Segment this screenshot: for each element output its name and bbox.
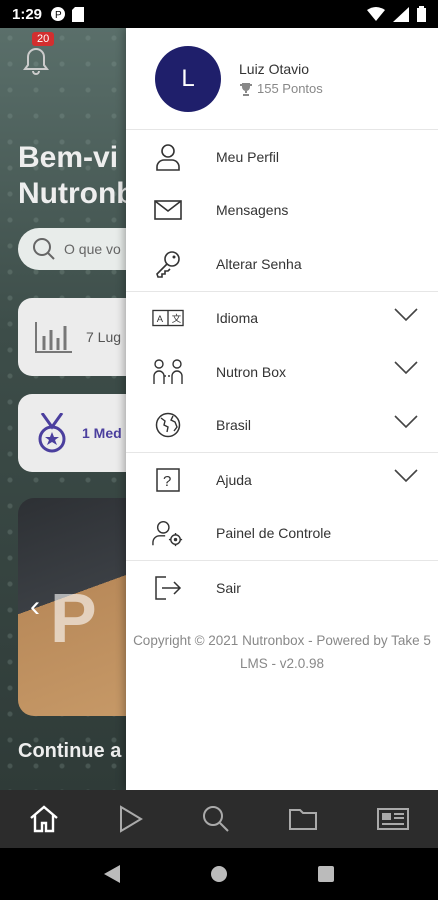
menu-item-idioma[interactable]: A文 Idioma	[126, 292, 438, 346]
chevron-down-icon[interactable]	[394, 307, 418, 322]
menu-label: Brasil	[216, 417, 252, 434]
logout-icon	[155, 576, 182, 600]
admin-icon	[152, 521, 183, 547]
menu-item-brasil[interactable]: Brasil	[126, 399, 438, 453]
status-time: 1:29	[12, 5, 43, 23]
bar-chart-icon	[35, 322, 72, 353]
system-nav-bar	[0, 848, 438, 900]
play-icon[interactable]	[118, 805, 144, 833]
continue-heading: Continue a	[18, 740, 122, 762]
home-icon[interactable]	[29, 805, 59, 833]
language-icon: A文	[152, 310, 184, 327]
copyright-text: Copyright © 2021 Nutronbox - Powered by …	[133, 632, 431, 671]
user-name: Luiz Otavio	[239, 61, 310, 77]
bottom-nav	[0, 790, 438, 848]
medal-icon	[38, 413, 66, 453]
key-icon	[156, 250, 180, 278]
menu-label: Mensagens	[216, 202, 289, 219]
notification-p-icon: P	[51, 7, 66, 21]
welcome-title: Bem-vi Nutronb	[18, 141, 135, 210]
user-icon	[156, 143, 180, 171]
status-bar: 1:29 P	[0, 0, 438, 28]
help-icon: ?	[156, 468, 180, 492]
menu-item-painel-de-controle[interactable]: Painel de Controle	[126, 507, 438, 561]
search-placeholder: O que vo	[64, 241, 121, 257]
menu-item-ajuda[interactable]: ? Ajuda	[126, 453, 438, 507]
menu-label: Sair	[216, 579, 241, 596]
menu-group-support: ? Ajuda Painel de Controle	[126, 453, 438, 561]
svg-text:P: P	[55, 10, 62, 21]
sd-card-icon	[72, 6, 85, 22]
home-circle-icon[interactable]	[210, 865, 228, 883]
menu-label: Nutron Box	[216, 363, 287, 380]
signal-icon	[393, 6, 409, 22]
menu-label: Ajuda	[216, 471, 252, 488]
search-icon[interactable]	[202, 805, 230, 833]
profile-header[interactable]: L Luiz Otavio 155 Pontos	[126, 28, 438, 130]
svg-text:A: A	[157, 313, 164, 324]
folder-icon[interactable]	[288, 807, 318, 831]
notification-badge: 20	[32, 32, 55, 46]
ranking-text: 7 Lug	[86, 329, 122, 345]
news-icon[interactable]	[376, 807, 409, 831]
search-icon	[33, 238, 55, 260]
chevron-left-icon[interactable]: ‹	[30, 590, 40, 624]
menu-item-mensagens[interactable]: Mensagens	[126, 184, 438, 238]
banner-text: P	[50, 579, 97, 657]
battery-icon	[417, 6, 426, 22]
globe-icon	[155, 413, 181, 438]
chevron-down-icon[interactable]	[394, 361, 418, 375]
menu-label: Painel de Controle	[216, 525, 332, 542]
back-icon[interactable]	[104, 865, 120, 883]
menu-group-account: Meu Perfil Mensagens Alterar Senha	[126, 130, 438, 292]
svg-text:?: ?	[163, 473, 171, 490]
wifi-icon	[367, 7, 385, 21]
svg-text:文: 文	[172, 313, 182, 324]
bell-icon[interactable]	[22, 46, 50, 76]
menu-item-nutron-box[interactable]: Nutron Box	[126, 345, 438, 399]
navigation-drawer: L Luiz Otavio 155 Pontos Meu Perfil Mens…	[126, 28, 438, 790]
chevron-down-icon[interactable]	[394, 469, 418, 483]
recents-icon[interactable]	[318, 866, 334, 882]
user-points: 155 Pontos	[239, 81, 323, 96]
people-icon	[153, 359, 183, 384]
trophy-icon	[240, 82, 252, 96]
mail-icon	[154, 200, 182, 221]
chevron-down-icon[interactable]	[394, 414, 418, 429]
medals-text: 1 Med	[82, 425, 122, 441]
menu-group-settings: A文 Idioma Nutron Box Brasil	[126, 292, 438, 453]
menu-item-alterar-senha[interactable]: Alterar Senha	[126, 237, 438, 291]
menu-label: Idioma	[216, 310, 259, 327]
menu-label: Alterar Senha	[216, 255, 302, 272]
menu-item-meu-perfil[interactable]: Meu Perfil	[126, 130, 438, 184]
avatar[interactable]: L	[155, 45, 221, 112]
menu-item-sair[interactable]: Sair	[126, 561, 438, 615]
menu-label: Meu Perfil	[216, 148, 280, 165]
